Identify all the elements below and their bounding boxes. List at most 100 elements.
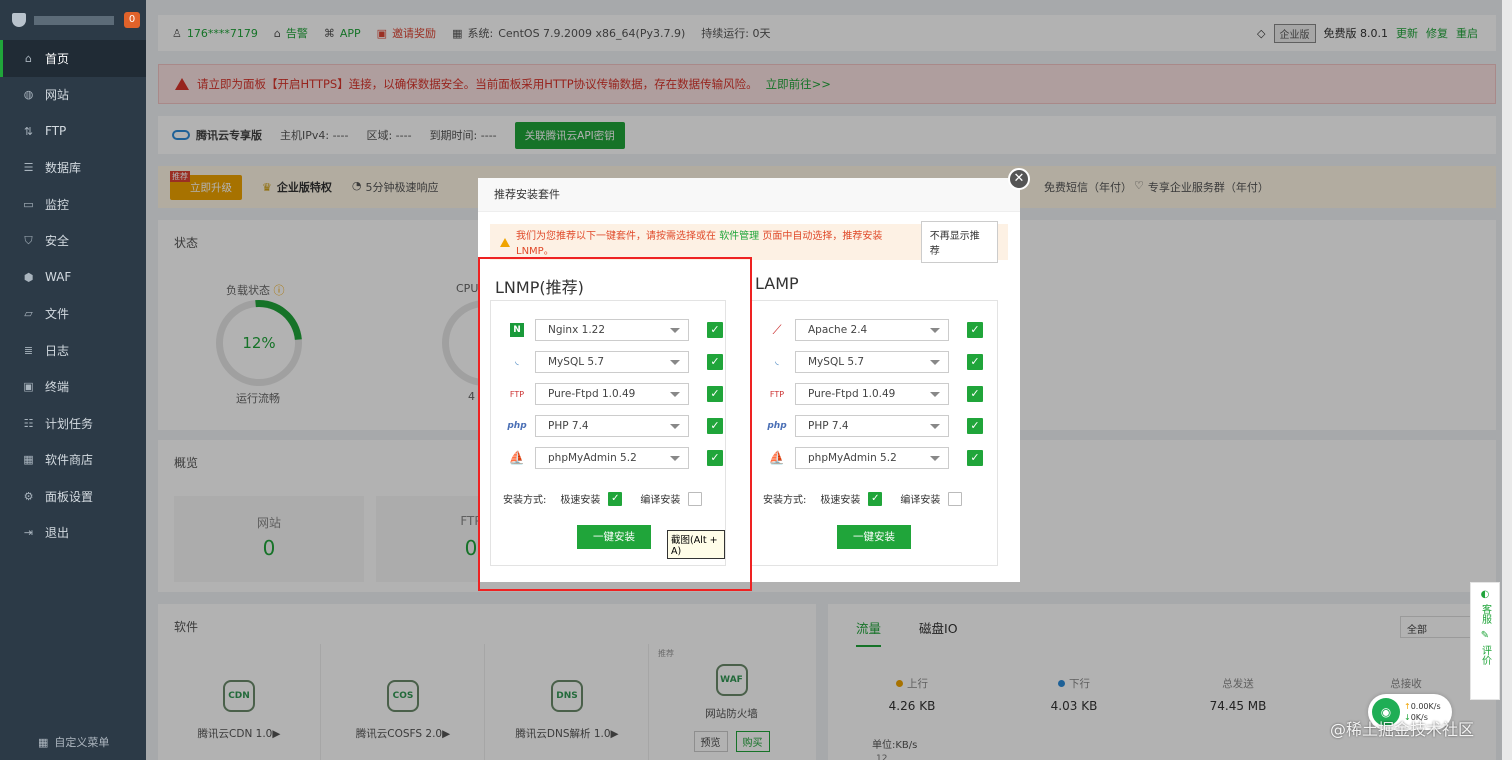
cron-icon: ☷: [23, 416, 34, 430]
chevron-down-icon: [930, 392, 940, 397]
php-icon: php: [767, 421, 787, 431]
dialog-tip: 我们为您推荐以下一键套件，请按需选择或在 软件管理 页面中自动选择，推荐安装LN…: [490, 221, 1008, 263]
php-checkbox[interactable]: ✓: [967, 418, 983, 434]
chevron-down-icon: [930, 360, 940, 365]
close-icon[interactable]: ✕: [1008, 168, 1030, 190]
service-label: 客服: [1479, 604, 1491, 624]
install-method: 安装方式: 极速安装 ✓ 编译安装: [763, 491, 963, 506]
watermark: @稀土掘金技术社区: [1330, 720, 1475, 739]
logo-icon: [12, 13, 26, 27]
sidebar-item-label: 监控: [45, 197, 70, 212]
ftp-icon: ⇅: [23, 124, 34, 138]
sidebar-item[interactable]: ▣ 终端: [0, 369, 146, 406]
review-label: 评价: [1479, 645, 1491, 665]
sidebar-item[interactable]: ≣ 日志: [0, 332, 146, 369]
scrollbar[interactable]: [1502, 0, 1512, 760]
fast-install-label: 极速安装: [820, 495, 861, 506]
settings-icon: ⚙: [23, 489, 34, 503]
sidebar-item-label: 文件: [45, 307, 70, 322]
php-version-select[interactable]: PHP 7.4: [795, 415, 949, 437]
service-button[interactable]: ◐ 客服: [1471, 589, 1499, 624]
apache-checkbox[interactable]: ✓: [967, 322, 983, 338]
sidebar-item-label: 面板设置: [45, 489, 94, 504]
lamp-row-mysql: ◟ MySQL 5.7 ✓: [765, 350, 983, 374]
home-icon: ⌂: [25, 51, 32, 65]
phpmyadmin-version-select[interactable]: phpMyAdmin 5.2: [795, 447, 949, 469]
ftp-checkbox[interactable]: ✓: [967, 386, 983, 402]
log-icon: ≣: [23, 343, 34, 357]
sidebar-item-label: 数据库: [45, 161, 82, 176]
sidebar-item-label: 软件商店: [45, 453, 94, 468]
chevron-down-icon: [930, 456, 940, 461]
sidebar-item[interactable]: ▭ 监控: [0, 186, 146, 223]
masked-hostname: [34, 15, 114, 25]
sidebar-item[interactable]: ⚙ 面板设置: [0, 478, 146, 515]
notification-badge[interactable]: 0: [124, 12, 140, 28]
ftp-version-select[interactable]: Pure-Ftpd 1.0.49: [795, 383, 949, 405]
mysql-icon: ◟: [775, 357, 779, 367]
headset-icon: ◐: [1480, 589, 1490, 600]
sidebar-item-label: 终端: [45, 380, 70, 395]
ftp-icon: FTP: [769, 389, 785, 399]
lamp-row-phpmyadmin: ⛵ phpMyAdmin 5.2 ✓: [765, 446, 983, 470]
no-show-again-button[interactable]: 不再显示推荐: [920, 221, 998, 263]
select-value: MySQL 5.7: [808, 356, 865, 368]
fast-install-checkbox[interactable]: ✓: [868, 491, 883, 506]
shield-icon: ⛉: [24, 233, 33, 247]
logout-icon: ⇥: [23, 526, 34, 540]
sidebar-item[interactable]: ☰ 数据库: [0, 150, 146, 187]
custom-menu-label: 自定义菜单: [54, 736, 110, 749]
lamp-row-ftp: FTP Pure-Ftpd 1.0.49 ✓: [765, 382, 983, 406]
select-value: PHP 7.4: [808, 420, 849, 432]
sidebar-item-label: 首页: [45, 51, 70, 66]
tip-text-1: 我们为您推荐以下一键套件，请按需选择或在: [516, 231, 716, 242]
sidebar-item[interactable]: ◍ 网站: [0, 77, 146, 114]
dialog-title: 推荐安装套件: [478, 178, 1020, 212]
sidebar-item-label: 计划任务: [45, 416, 94, 431]
store-icon: ▦: [23, 453, 34, 467]
edit-icon: ✎: [1480, 630, 1490, 641]
lamp-install-button[interactable]: 一键安装: [837, 525, 911, 549]
lamp-title: LAMP: [755, 274, 799, 293]
install-method-label: 安装方式:: [763, 495, 807, 506]
software-manage-link[interactable]: 软件管理: [719, 231, 759, 242]
monitor-icon: ▭: [23, 197, 34, 211]
sidebar-item[interactable]: ☷ 计划任务: [0, 405, 146, 442]
sidebar-item-label: 日志: [45, 343, 70, 358]
highlight-frame: [478, 257, 752, 591]
sidebar-menu: ⌂ 首页 ◍ 网站 ⇅ FTP ☰ 数据库 ▭ 监控 ⛉ 安全 ⬢ WAF ▱ 文件 ≣ 日志 ▣ 终端 ☷ 计划任务 ▦ 软…: [0, 40, 146, 551]
chevron-down-icon: [930, 424, 940, 429]
sidebar: 0 ⌂ 首页 ◍ 网站 ⇅ FTP ☰ 数据库 ▭ 监控 ⛉ 安全 ⬢ WAF ▱ 文件 ≣ 日志 ▣ 终端 ☷ 计划任务…: [0, 0, 146, 760]
warning-icon: [500, 237, 510, 247]
mysql-version-select[interactable]: MySQL 5.7: [795, 351, 949, 373]
sidebar-item[interactable]: ⛉ 安全: [0, 223, 146, 260]
waf-icon: ⬢: [23, 270, 34, 284]
sidebar-item-label: 网站: [45, 88, 70, 103]
custom-menu-button[interactable]: ▦ 自定义菜单: [38, 734, 109, 750]
net-up: 0.00K/s: [1410, 702, 1441, 711]
compile-install-checkbox[interactable]: [948, 491, 963, 506]
mysql-checkbox[interactable]: ✓: [967, 354, 983, 370]
phpmyadmin-icon: ⛵: [768, 450, 786, 466]
side-float-panel: ◐ 客服 ✎ 评价: [1470, 582, 1500, 700]
folder-icon: ▱: [24, 307, 33, 321]
sidebar-item[interactable]: ⇅ FTP: [0, 113, 146, 150]
select-value: Apache 2.4: [808, 324, 868, 336]
phpmyadmin-checkbox[interactable]: ✓: [967, 450, 983, 466]
review-button[interactable]: ✎ 评价: [1471, 630, 1499, 665]
up-arrow-icon: ↑: [1404, 702, 1411, 711]
sidebar-item-label: FTP: [45, 124, 67, 139]
sidebar-item-label: 安全: [45, 234, 70, 249]
sidebar-item[interactable]: ⇥ 退出: [0, 515, 146, 552]
sidebar-item[interactable]: ▱ 文件: [0, 296, 146, 333]
select-value: Pure-Ftpd 1.0.49: [808, 388, 896, 400]
globe-icon: ◍: [23, 88, 34, 102]
chevron-down-icon: [930, 328, 940, 333]
apache-version-select[interactable]: Apache 2.4: [795, 319, 949, 341]
database-icon: ☰: [23, 161, 34, 175]
lamp-box: ⟋ Apache 2.4 ✓ ◟ MySQL 5.7 ✓ FTP Pure-Ft…: [750, 300, 998, 566]
sidebar-item[interactable]: ▦ 软件商店: [0, 442, 146, 479]
sidebar-item[interactable]: ⬢ WAF: [0, 259, 146, 296]
apache-icon: ⟋: [772, 322, 782, 338]
sidebar-item[interactable]: ⌂ 首页: [0, 40, 146, 77]
